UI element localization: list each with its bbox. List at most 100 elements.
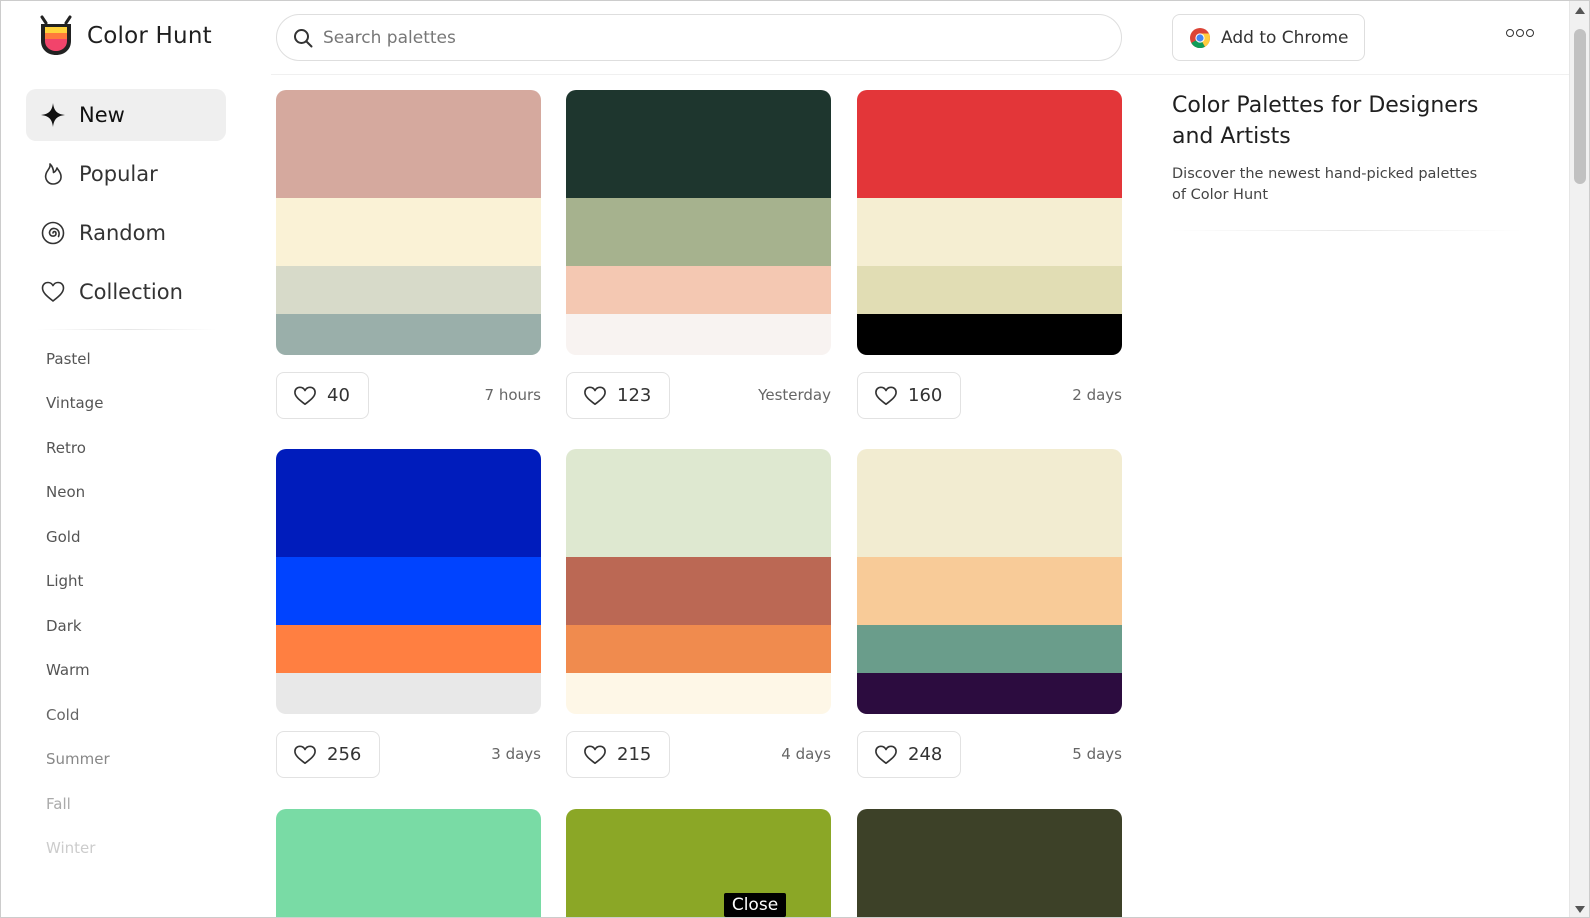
heart-icon (584, 744, 606, 764)
nav-collection[interactable]: Collection (26, 266, 226, 318)
heart-icon (41, 281, 65, 302)
tag-neon[interactable]: Neon (46, 483, 85, 501)
tag-light[interactable]: Light (46, 572, 83, 590)
palette-swatches[interactable] (276, 90, 541, 355)
nav-collection-label: Collection (79, 280, 183, 304)
palette-swatches[interactable] (857, 449, 1122, 714)
more-options-button[interactable] (1506, 29, 1534, 37)
tag-pastel[interactable]: Pastel (46, 350, 91, 368)
vertical-scrollbar[interactable] (1569, 1, 1589, 917)
color-hunt-logo-icon (40, 15, 72, 55)
heart-icon (875, 385, 897, 405)
heart-icon (584, 385, 606, 405)
palette-swatches[interactable] (566, 449, 831, 714)
palette-swatches[interactable] (857, 809, 1122, 917)
search-icon (294, 28, 313, 47)
swatch[interactable] (276, 314, 541, 355)
swatch[interactable] (566, 625, 831, 673)
tag-winter[interactable]: Winter (46, 839, 95, 857)
tag-fall[interactable]: Fall (46, 795, 71, 813)
palette-date: 2 days (1072, 386, 1122, 404)
dot-icon (1516, 29, 1524, 37)
palette-swatches[interactable] (566, 809, 831, 917)
swatch[interactable] (566, 809, 831, 917)
palette-swatches[interactable] (276, 449, 541, 714)
tag-summer[interactable]: Summer (46, 750, 110, 768)
swatch[interactable] (857, 266, 1122, 314)
swatch[interactable] (276, 449, 541, 557)
swatch[interactable] (276, 90, 541, 198)
nav-popular[interactable]: Popular (26, 148, 226, 200)
like-button[interactable]: 248 (857, 731, 962, 778)
like-count: 256 (327, 744, 362, 765)
tag-warm[interactable]: Warm (46, 661, 90, 679)
swatch[interactable] (566, 449, 831, 557)
palette-swatches[interactable] (566, 90, 831, 355)
nav-random[interactable]: Random (26, 207, 226, 259)
like-count: 248 (908, 744, 943, 765)
scrollbar-thumb[interactable] (1574, 29, 1586, 184)
tag-gold[interactable]: Gold (46, 528, 81, 546)
swatch[interactable] (566, 314, 831, 355)
close-button[interactable]: Close (724, 893, 786, 917)
nav-random-label: Random (79, 221, 166, 245)
swatch[interactable] (857, 90, 1122, 198)
swatch[interactable] (566, 557, 831, 625)
palette-card (857, 809, 1122, 917)
like-button[interactable]: 256 (276, 731, 381, 778)
swatch[interactable] (857, 673, 1122, 714)
spiral-icon (41, 221, 65, 245)
palette-card: 215 4 days (566, 449, 831, 778)
about-title: Color Palettes for Designers and Artists (1172, 93, 1479, 149)
add-to-chrome-button[interactable]: Add to Chrome (1172, 14, 1365, 61)
palette-date: 4 days (781, 745, 831, 763)
like-count: 40 (327, 385, 350, 406)
swatch[interactable] (276, 673, 541, 714)
swatch[interactable] (566, 673, 831, 714)
scroll-down-arrow-icon[interactable] (1575, 906, 1585, 913)
palette-date: 5 days (1072, 745, 1122, 763)
tag-retro[interactable]: Retro (46, 439, 86, 457)
swatch[interactable] (566, 198, 831, 266)
search-bar[interactable] (276, 14, 1122, 61)
swatch[interactable] (566, 266, 831, 314)
palette-card: 160 2 days (857, 90, 1122, 419)
tag-dark[interactable]: Dark (46, 617, 82, 635)
like-count: 160 (908, 385, 943, 406)
palette-swatches[interactable] (857, 90, 1122, 355)
like-count: 215 (617, 744, 652, 765)
swatch[interactable] (857, 314, 1122, 355)
swatch[interactable] (276, 266, 541, 314)
header-divider (271, 74, 1571, 75)
swatch[interactable] (276, 557, 541, 625)
like-button[interactable]: 40 (276, 372, 369, 419)
swatch[interactable] (857, 809, 1122, 917)
swatch[interactable] (857, 449, 1122, 557)
nav-new-label: New (79, 103, 125, 127)
swatch[interactable] (276, 809, 541, 917)
about-description: Discover the newest hand-picked palettes… (1172, 166, 1478, 203)
swatch[interactable] (857, 557, 1122, 625)
palette-date: Yesterday (758, 386, 831, 404)
palette-card: 123 Yesterday (566, 90, 831, 419)
swatch[interactable] (857, 625, 1122, 673)
brand-logo[interactable]: Color Hunt (37, 15, 212, 57)
search-input[interactable] (323, 27, 1083, 48)
nav-new[interactable]: New (26, 89, 226, 141)
swatch[interactable] (276, 198, 541, 266)
scroll-up-arrow-icon[interactable] (1575, 7, 1585, 14)
tag-cold[interactable]: Cold (46, 706, 79, 724)
swatch[interactable] (857, 198, 1122, 266)
like-button[interactable]: 160 (857, 372, 962, 419)
palette-swatches[interactable] (276, 809, 541, 917)
palette-card (566, 809, 831, 917)
sparkle-icon (41, 103, 65, 127)
palette-card: 248 5 days (857, 449, 1122, 778)
palette-card: 256 3 days (276, 449, 541, 778)
like-button[interactable]: 215 (566, 731, 671, 778)
swatch[interactable] (276, 625, 541, 673)
swatch[interactable] (566, 90, 831, 198)
like-button[interactable]: 123 (566, 372, 671, 419)
flame-icon (44, 163, 62, 185)
tag-vintage[interactable]: Vintage (46, 394, 103, 412)
